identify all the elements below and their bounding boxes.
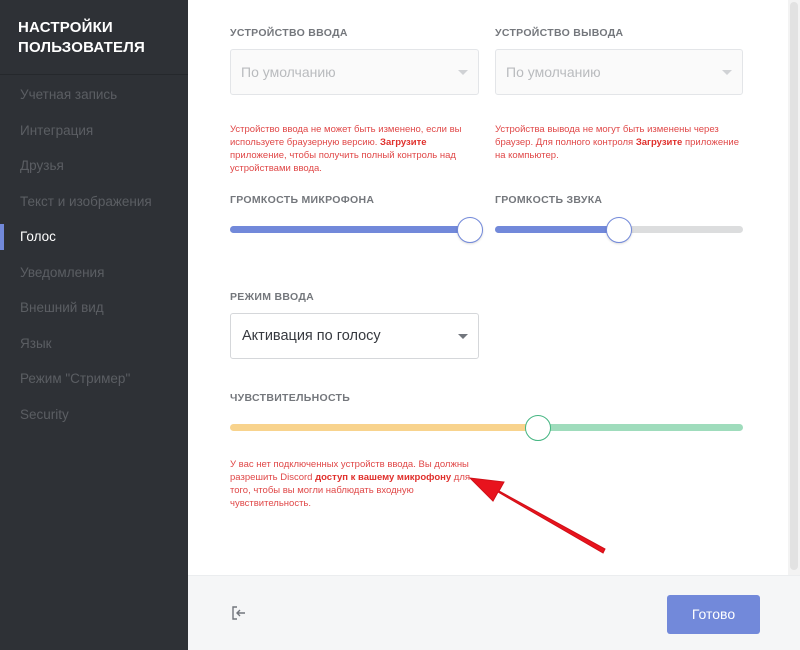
input-device-label: УСТРОЙСТВО ВВОДА: [230, 27, 348, 39]
sidebar-item-8[interactable]: Режим "Стример": [0, 361, 188, 397]
output-device-select[interactable]: По умолчанию: [495, 49, 743, 95]
scrollbar-thumb[interactable]: [790, 2, 798, 570]
sidebar-divider: [0, 74, 188, 75]
mic-volume-fill: [230, 226, 470, 233]
sidebar-title: НАСТРОЙКИ ПОЛЬЗОВАТЕЛЯ: [18, 19, 145, 56]
input-device-error-text-end: приложение, чтобы получить полный контро…: [230, 150, 456, 174]
output-device-error: Устройства вывода не могут быть изменены…: [495, 123, 745, 162]
settings-sidebar: НАСТРОЙКИ ПОЛЬЗОВАТЕЛЯ Учетная запись Инт…: [0, 0, 188, 650]
chevron-down-icon: [458, 70, 468, 75]
input-device-value: По умолчанию: [241, 64, 336, 80]
input-mode-value: Активация по голосу: [242, 328, 381, 344]
sensitivity-slider[interactable]: [230, 424, 743, 431]
input-device-error-text: Устройство ввода не может быть изменено,…: [230, 124, 462, 148]
voice-settings-panel: УСТРОЙСТВО ВВОДА По умолчанию Устройство…: [188, 0, 800, 650]
settings-footer: Готово: [188, 575, 800, 650]
sound-volume-fill: [495, 226, 619, 233]
sensitivity-low-segment: [230, 424, 538, 431]
output-device-label: УСТРОЙСТВО ВЫВОДА: [495, 27, 624, 39]
sensitivity-error: У вас нет подключенных устройств ввода. …: [230, 458, 486, 510]
input-device-select[interactable]: По умолчанию: [230, 49, 479, 95]
input-device-error: Устройство ввода не может быть изменено,…: [230, 123, 480, 175]
exit-icon[interactable]: [230, 604, 248, 622]
download-link[interactable]: Загрузите: [380, 137, 427, 148]
output-device-value: По умолчанию: [506, 64, 601, 80]
sound-volume-label: ГРОМКОСТЬ ЗВУКА: [495, 194, 603, 206]
done-button[interactable]: Готово: [667, 595, 760, 634]
sidebar-item-9[interactable]: Security: [0, 397, 188, 433]
chevron-down-icon: [722, 70, 732, 75]
sidebar-nav: Учетная запись Интеграция Друзья Текст и из…: [0, 77, 188, 432]
sidebar-item-1[interactable]: Интеграция: [0, 113, 188, 149]
chevron-down-icon: [458, 334, 468, 339]
mic-volume-handle[interactable]: [457, 217, 483, 243]
mic-volume-slider[interactable]: [230, 226, 480, 233]
mic-volume-label: ГРОМКОСТЬ МИКРОФОНА: [230, 194, 375, 206]
sidebar-item-4[interactable]: Голос: [0, 219, 188, 255]
sidebar-header: НАСТРОЙКИ ПОЛЬЗОВАТЕЛЯ: [0, 0, 188, 74]
sound-volume-handle[interactable]: [606, 217, 632, 243]
sidebar-item-7[interactable]: Язык: [0, 326, 188, 362]
input-mode-select[interactable]: Активация по голосу: [230, 313, 479, 359]
mic-access-link[interactable]: доступ к вашему микрофону: [315, 472, 451, 483]
sensitivity-high-segment: [538, 424, 743, 431]
sidebar-item-0[interactable]: Учетная запись: [0, 77, 188, 113]
sidebar-item-2[interactable]: Друзья: [0, 148, 188, 184]
sidebar-item-5[interactable]: Уведомления: [0, 255, 188, 291]
sidebar-item-3[interactable]: Текст и изображения: [0, 184, 188, 220]
sidebar-item-6[interactable]: Внешний вид: [0, 290, 188, 326]
sensitivity-handle[interactable]: [525, 415, 551, 441]
input-mode-label: РЕЖИМ ВВОДА: [230, 291, 315, 303]
sensitivity-label: ЧУВСТВИТЕЛЬНОСТЬ: [230, 392, 351, 404]
scrollbar[interactable]: [788, 0, 800, 575]
download-link[interactable]: Загрузите: [636, 137, 683, 148]
